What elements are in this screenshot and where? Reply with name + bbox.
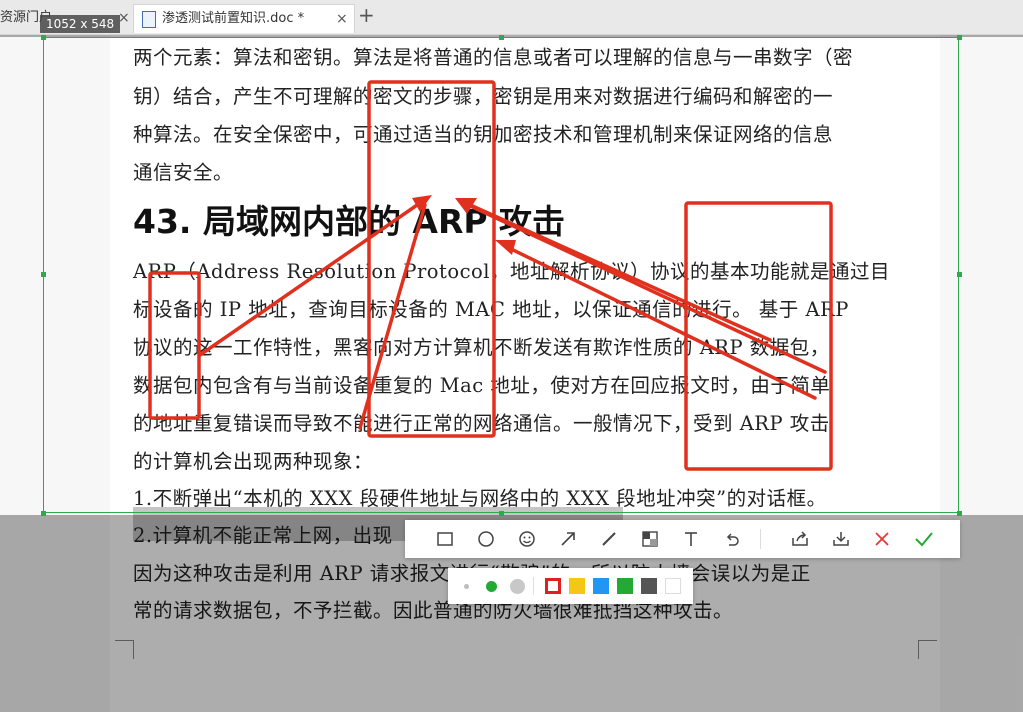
confirm-icon[interactable]	[913, 528, 935, 550]
rectangle-icon[interactable]	[434, 528, 456, 550]
cancel-icon[interactable]	[871, 528, 893, 550]
text-icon[interactable]	[680, 528, 702, 550]
emoji-icon[interactable]	[516, 528, 538, 550]
color-palette	[448, 568, 693, 604]
resize-handle[interactable]	[499, 35, 504, 40]
pen-size-small[interactable]	[464, 584, 469, 589]
resize-handle[interactable]	[957, 511, 962, 516]
color-swatch-blue[interactable]	[593, 578, 609, 594]
resize-handle[interactable]	[41, 272, 46, 277]
color-swatch-red[interactable]	[545, 578, 561, 594]
arrow-icon[interactable]	[557, 528, 579, 550]
selection-size-badge: 1052 x 548	[40, 15, 121, 33]
pen-size-large[interactable]	[510, 579, 525, 594]
resize-handle[interactable]	[41, 35, 46, 40]
undo-icon[interactable]	[721, 528, 743, 550]
pen-icon[interactable]	[598, 528, 620, 550]
palette-divider	[533, 577, 534, 595]
color-swatch-gray[interactable]	[641, 578, 657, 594]
screenshot-selection-frame[interactable]	[43, 37, 959, 513]
share-icon[interactable]	[789, 528, 811, 550]
screenshot-toolbar	[405, 520, 960, 558]
color-swatch-green[interactable]	[617, 578, 633, 594]
resize-handle[interactable]	[957, 272, 962, 277]
resize-handle[interactable]	[957, 35, 962, 40]
resize-handle[interactable]	[41, 511, 46, 516]
mosaic-icon[interactable]	[639, 528, 661, 550]
resize-handle[interactable]	[499, 511, 504, 516]
ellipse-icon[interactable]	[475, 528, 497, 550]
pen-size-medium[interactable]	[486, 581, 497, 592]
color-swatch-white[interactable]	[665, 578, 681, 594]
download-icon[interactable]	[830, 528, 852, 550]
color-swatch-yellow[interactable]	[569, 578, 585, 594]
toolbar-divider	[760, 529, 761, 549]
